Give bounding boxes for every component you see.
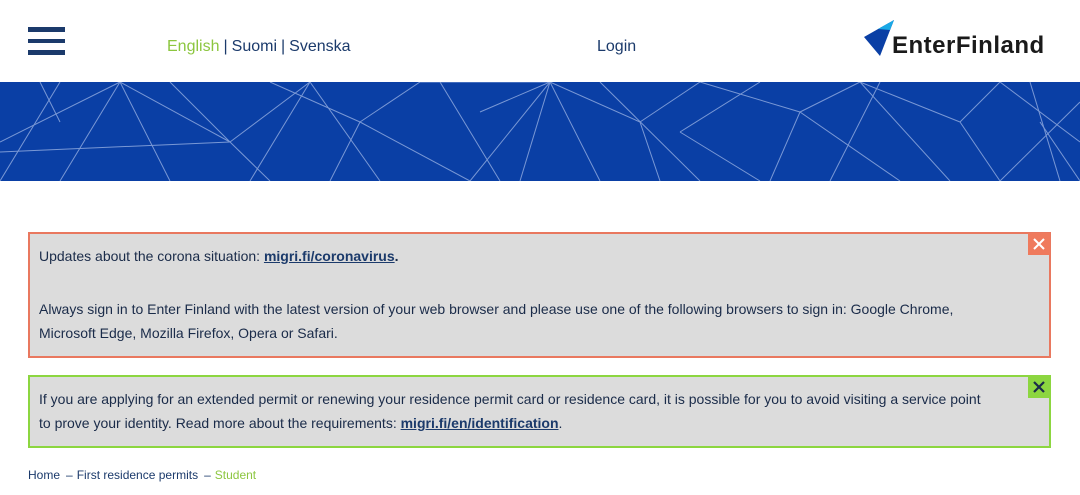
enterfinland-logo[interactable]: EnterFinland [864, 20, 1059, 60]
logo-text: EnterFinland [892, 32, 1045, 59]
lang-suomi[interactable]: Suomi [232, 38, 277, 55]
close-corona-notice-button[interactable] [1028, 233, 1050, 255]
identification-period: . [558, 415, 563, 431]
hero-banner [0, 82, 1080, 181]
corona-update-period: . [394, 248, 399, 264]
breadcrumb: Home – First residence permits – Student [28, 468, 256, 482]
identification-notice: If you are applying for an extended perm… [28, 375, 1051, 448]
geometric-pattern [0, 82, 1080, 181]
lang-svenska[interactable]: Svenska [289, 38, 350, 55]
breadcrumb-first-residence-permits[interactable]: First residence permits [77, 468, 198, 482]
lang-separator: | [223, 38, 228, 55]
breadcrumb-current: Student [214, 468, 257, 482]
corona-notice: Updates about the corona situation: migr… [28, 232, 1051, 358]
coronavirus-link[interactable]: migri.fi/coronavirus [264, 248, 395, 264]
identification-text: If you are applying for an extended perm… [39, 387, 989, 435]
lang-separator: | [281, 38, 286, 55]
lang-english[interactable]: English [167, 38, 219, 55]
login-link[interactable]: Login [597, 38, 636, 56]
language-switcher: English | Suomi | Svenska [167, 38, 351, 56]
breadcrumb-separator: – [66, 468, 73, 482]
close-icon [1033, 238, 1045, 250]
breadcrumb-separator: – [204, 468, 211, 482]
close-identification-notice-button[interactable] [1028, 376, 1050, 398]
corona-update-line: Updates about the corona situation: migr… [39, 244, 989, 268]
menu-icon[interactable] [28, 27, 65, 55]
close-icon [1033, 381, 1045, 393]
logo-mark-icon [864, 20, 894, 56]
site-header: English | Suomi | Svenska Login EnterFinland [0, 0, 1080, 82]
breadcrumb-home[interactable]: Home [28, 468, 60, 482]
browser-advice-text: Always sign in to Enter Finland with the… [39, 301, 954, 341]
corona-update-text: Updates about the corona situation: [39, 248, 264, 264]
identification-link[interactable]: migri.fi/en/identification [401, 415, 559, 431]
